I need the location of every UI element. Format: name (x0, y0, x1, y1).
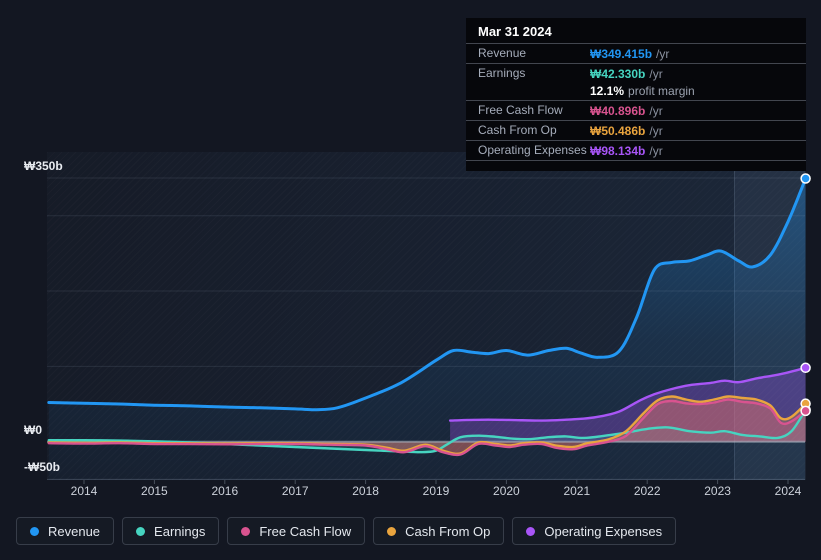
earnings-revenue-history-chart: ₩350b ₩0 -₩50b 2014 2015 2016 2017 2018 … (0, 0, 821, 560)
x-axis-label-2020: 2020 (493, 484, 520, 498)
x-axis-label-2014: 2014 (70, 484, 98, 498)
legend-item-operating-expenses[interactable]: Operating Expenses (512, 517, 677, 545)
legend-label-earnings: Earnings (154, 523, 206, 539)
y-axis-label-0: ₩0 (24, 422, 42, 437)
profit-margin-line: 12.1% profit margin (590, 83, 794, 100)
tooltip-row-revenue: Revenue ₩349.415b/yr (466, 44, 806, 64)
y-axis-label-neg50b: -₩50b (24, 460, 60, 475)
x-axis-label-2018: 2018 (352, 484, 379, 498)
tooltip-date: Mar 31 2024 (466, 18, 806, 44)
tooltip-row-operating-expenses: Operating Expenses ₩98.134b/yr (466, 141, 806, 161)
legend-dot-cash-from-op (387, 526, 397, 536)
legend-item-free-cash-flow[interactable]: Free Cash Flow (227, 517, 366, 545)
x-axis-label-2024: 2024 (774, 484, 802, 498)
tooltip-label-earnings: Earnings (478, 66, 526, 80)
profit-margin-label: profit margin (628, 84, 695, 98)
tooltip-suffix: /yr (649, 67, 663, 81)
tooltip-label-revenue: Revenue (478, 46, 527, 60)
tooltip-label-cash-from-op: Cash From Op (478, 123, 557, 137)
tooltip-row-earnings: Earnings ₩42.330b/yr 12.1% profit margin (466, 64, 806, 101)
chart-tooltip: Mar 31 2024 Revenue ₩349.415b/yr Earning… (466, 18, 806, 171)
legend-label-cash-from-op: Cash From Op (405, 523, 491, 539)
y-axis-label-350b: ₩350b (24, 159, 63, 174)
legend-label-operating-expenses: Operating Expenses (544, 523, 663, 539)
tooltip-suffix: /yr (649, 104, 663, 118)
tooltip-value-revenue: ₩349.415b (590, 47, 653, 61)
tooltip-suffix: /yr (649, 144, 663, 158)
legend-dot-free-cash-flow (241, 526, 251, 536)
legend-label-free-cash-flow: Free Cash Flow (259, 523, 352, 539)
legend-dot-operating-expenses (526, 526, 536, 536)
x-axis-label-2022: 2022 (633, 484, 661, 498)
tooltip-row-free-cash-flow: Free Cash Flow ₩40.896b/yr (466, 101, 806, 121)
tooltip-suffix: /yr (656, 47, 670, 61)
x-axis-label-2023: 2023 (704, 484, 731, 498)
legend-dot-earnings (136, 526, 146, 536)
x-axis-label-2017: 2017 (281, 484, 309, 498)
tooltip-label-free-cash-flow: Free Cash Flow (478, 103, 563, 117)
tooltip-value-operating-expenses: ₩98.134b (590, 144, 646, 158)
tooltip-value-earnings: ₩42.330b (590, 67, 646, 81)
profit-margin-value: 12.1% (590, 84, 625, 98)
chart-legend: Revenue Earnings Free Cash Flow Cash Fro… (16, 517, 677, 545)
legend-label-revenue: Revenue (48, 523, 101, 539)
tooltip-label-operating-expenses: Operating Expenses (478, 143, 587, 157)
legend-item-revenue[interactable]: Revenue (16, 517, 115, 545)
legend-dot-revenue (30, 526, 39, 536)
tooltip-row-cash-from-op: Cash From Op ₩50.486b/yr (466, 121, 806, 141)
x-axis-label-2015: 2015 (141, 484, 168, 498)
x-axis-label-2016: 2016 (211, 484, 239, 498)
tooltip-value-free-cash-flow: ₩40.896b (590, 104, 646, 118)
tooltip-value-cash-from-op: ₩50.486b (590, 124, 646, 138)
tooltip-suffix: /yr (649, 124, 663, 138)
legend-item-cash-from-op[interactable]: Cash From Op (373, 517, 505, 545)
x-axis-label-2019: 2019 (422, 484, 450, 498)
legend-item-earnings[interactable]: Earnings (122, 517, 220, 545)
x-axis-label-2021: 2021 (563, 484, 591, 498)
